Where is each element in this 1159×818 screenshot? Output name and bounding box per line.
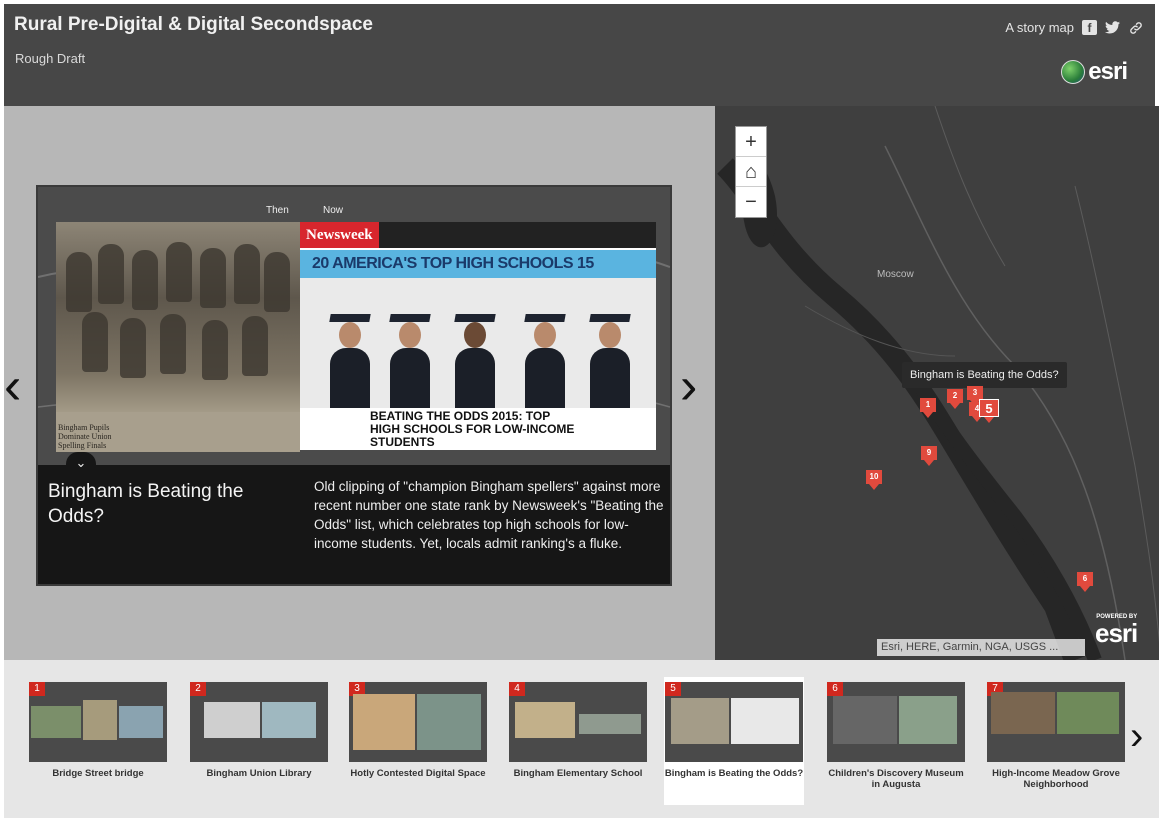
- map-pin-1[interactable]: 1: [920, 398, 936, 418]
- zoom-control: + ⌂ −: [735, 126, 767, 218]
- carousel-item-2[interactable]: 2 Bingham Union Library: [189, 682, 329, 779]
- story-map-label: A story map: [1005, 20, 1074, 35]
- map-view[interactable]: + ⌂ − Moscow Bingham is Beating the Odds…: [715, 106, 1159, 660]
- header: Rural Pre-Digital & Digital Secondspace …: [4, 4, 1155, 106]
- home-button[interactable]: ⌂: [736, 157, 766, 187]
- globe-icon: [1061, 60, 1086, 84]
- carousel-label: Bridge Street bridge: [52, 768, 144, 779]
- previous-slide-button[interactable]: ‹: [4, 360, 21, 412]
- map-pin-5-selected[interactable]: 5: [979, 399, 999, 423]
- now-image-newsweek: Newsweek 20 AMERICA'S TOP HIGH SCHOOLS 1…: [300, 222, 656, 450]
- next-slide-button[interactable]: ›: [680, 360, 697, 412]
- story-map-app: Rural Pre-Digital & Digital Secondspace …: [0, 0, 1159, 818]
- carousel-item-1[interactable]: 1 Bridge Street bridge: [28, 682, 168, 779]
- collapse-caption-button[interactable]: ⌄: [66, 452, 96, 474]
- carousel-next-button[interactable]: ›: [1130, 714, 1143, 759]
- slide-media: Then Now Bingham Pupils Dominate Union S…: [36, 185, 672, 586]
- clipping-caption: Bingham Pupils Dominate Union Spelling F…: [58, 423, 112, 450]
- newsweek-banner: 20 AMERICA'S TOP HIGH SCHOOLS 15: [300, 250, 656, 278]
- map-pin-10[interactable]: 10: [866, 470, 882, 490]
- carousel-item-3[interactable]: 3 Hotly Contested Digital Space: [348, 682, 488, 779]
- map-pin-6[interactable]: 6: [1077, 572, 1093, 592]
- link-icon[interactable]: [1128, 20, 1143, 35]
- then-label: Then: [266, 205, 289, 216]
- slide-title: Bingham is Beating the Odds?: [48, 481, 244, 527]
- now-label: Now: [323, 205, 344, 216]
- slide-carousel: 1 Bridge Street bridge 2 Bingham Union L…: [4, 660, 1159, 818]
- twitter-icon[interactable]: [1105, 20, 1120, 35]
- map-tooltip: Bingham is Beating the Odds?: [902, 362, 1067, 388]
- newsweek-logo: Newsweek: [300, 222, 379, 248]
- slide-panel: ‹ › Then Now Bingham Pupils Dominate Uni…: [4, 106, 715, 660]
- page-subtitle: Rough Draft: [15, 51, 86, 66]
- carousel-item-4[interactable]: 4 Bingham Elementary School: [508, 682, 648, 779]
- map-pin-9[interactable]: 9: [921, 446, 937, 466]
- share-bar: A story map f: [1005, 20, 1143, 35]
- newsweek-headline: BEATING THE ODDS 2015: TOP HIGH SCHOOLS …: [370, 409, 575, 449]
- zoom-out-button[interactable]: −: [736, 187, 766, 217]
- carousel-item-5-active[interactable]: 5 Bingham is Beating the Odds?: [664, 677, 804, 805]
- powered-by-esri[interactable]: POWERED BY esri: [1095, 614, 1138, 647]
- slide-caption: ⌄ Bingham is Beating the Odds? Old clipp…: [38, 452, 670, 584]
- esri-logo[interactable]: esri: [1061, 58, 1128, 86]
- slide-description: Old clipping of "champion Bingham spelle…: [314, 479, 664, 551]
- page-title: Rural Pre-Digital & Digital Secondspace: [14, 14, 373, 35]
- zoom-in-button[interactable]: +: [736, 127, 766, 157]
- then-image-clipping: Bingham Pupils Dominate Union Spelling F…: [56, 222, 300, 452]
- place-label-moscow: Moscow: [877, 269, 914, 280]
- map-pin-2[interactable]: 2: [947, 389, 963, 409]
- carousel-item-7[interactable]: 7 High-Income Meadow Grove Neighborhood: [986, 682, 1126, 790]
- map-attribution[interactable]: Esri, HERE, Garmin, NGA, USGS ...: [877, 639, 1085, 656]
- facebook-icon[interactable]: f: [1082, 20, 1097, 35]
- carousel-item-6[interactable]: 6 Children's Discovery Museum in Augusta: [826, 682, 966, 790]
